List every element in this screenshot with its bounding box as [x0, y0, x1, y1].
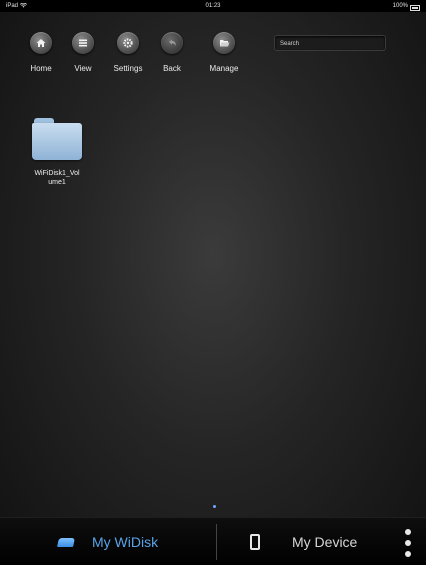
battery-icon: [410, 4, 420, 11]
status-time: 01:23: [205, 3, 221, 9]
tab-my-device[interactable]: My Device: [250, 518, 357, 565]
settings-button[interactable]: Settings: [103, 32, 153, 73]
toolbar: Home View Settings Back Manage Search: [0, 12, 426, 82]
more-vertical-icon[interactable]: [404, 529, 412, 557]
view-button[interactable]: View: [58, 32, 108, 73]
tab-bar: My WiDisk My Device: [0, 517, 426, 565]
disk-icon: [57, 537, 75, 547]
folder-name: WiFiDisk1_Volume1: [34, 170, 80, 186]
home-icon[interactable]: [30, 32, 52, 54]
status-battery: 100%: [393, 0, 420, 12]
tab-my-widisk[interactable]: My WiDisk: [57, 518, 159, 565]
settings-label: Settings: [113, 64, 143, 73]
back-button[interactable]: Back: [147, 32, 197, 73]
manage-button[interactable]: Manage: [199, 32, 249, 73]
tab-my-widisk-label: My WiDisk: [92, 534, 159, 550]
settings-icon[interactable]: [117, 32, 139, 54]
view-icon[interactable]: [72, 32, 94, 54]
manage-icon[interactable]: [213, 32, 235, 54]
back-icon[interactable]: [161, 32, 183, 54]
manage-label: Manage: [209, 64, 239, 73]
tab-divider: [216, 524, 217, 560]
view-label: View: [74, 64, 92, 73]
device-icon: [250, 534, 260, 550]
search-input[interactable]: Search: [274, 35, 386, 51]
folder-icon[interactable]: [32, 118, 82, 160]
folder-item[interactable]: WiFiDisk1_Volume1: [22, 118, 92, 187]
tab-my-device-label: My Device: [292, 534, 358, 550]
back-label: Back: [163, 64, 181, 73]
status-bar: iPad 01:23 100%: [0, 0, 426, 12]
app-screen: iPad 01:23 100% Home View Settings Back …: [0, 0, 426, 565]
battery-percent: 100%: [392, 3, 408, 9]
page-indicator: [213, 505, 216, 508]
